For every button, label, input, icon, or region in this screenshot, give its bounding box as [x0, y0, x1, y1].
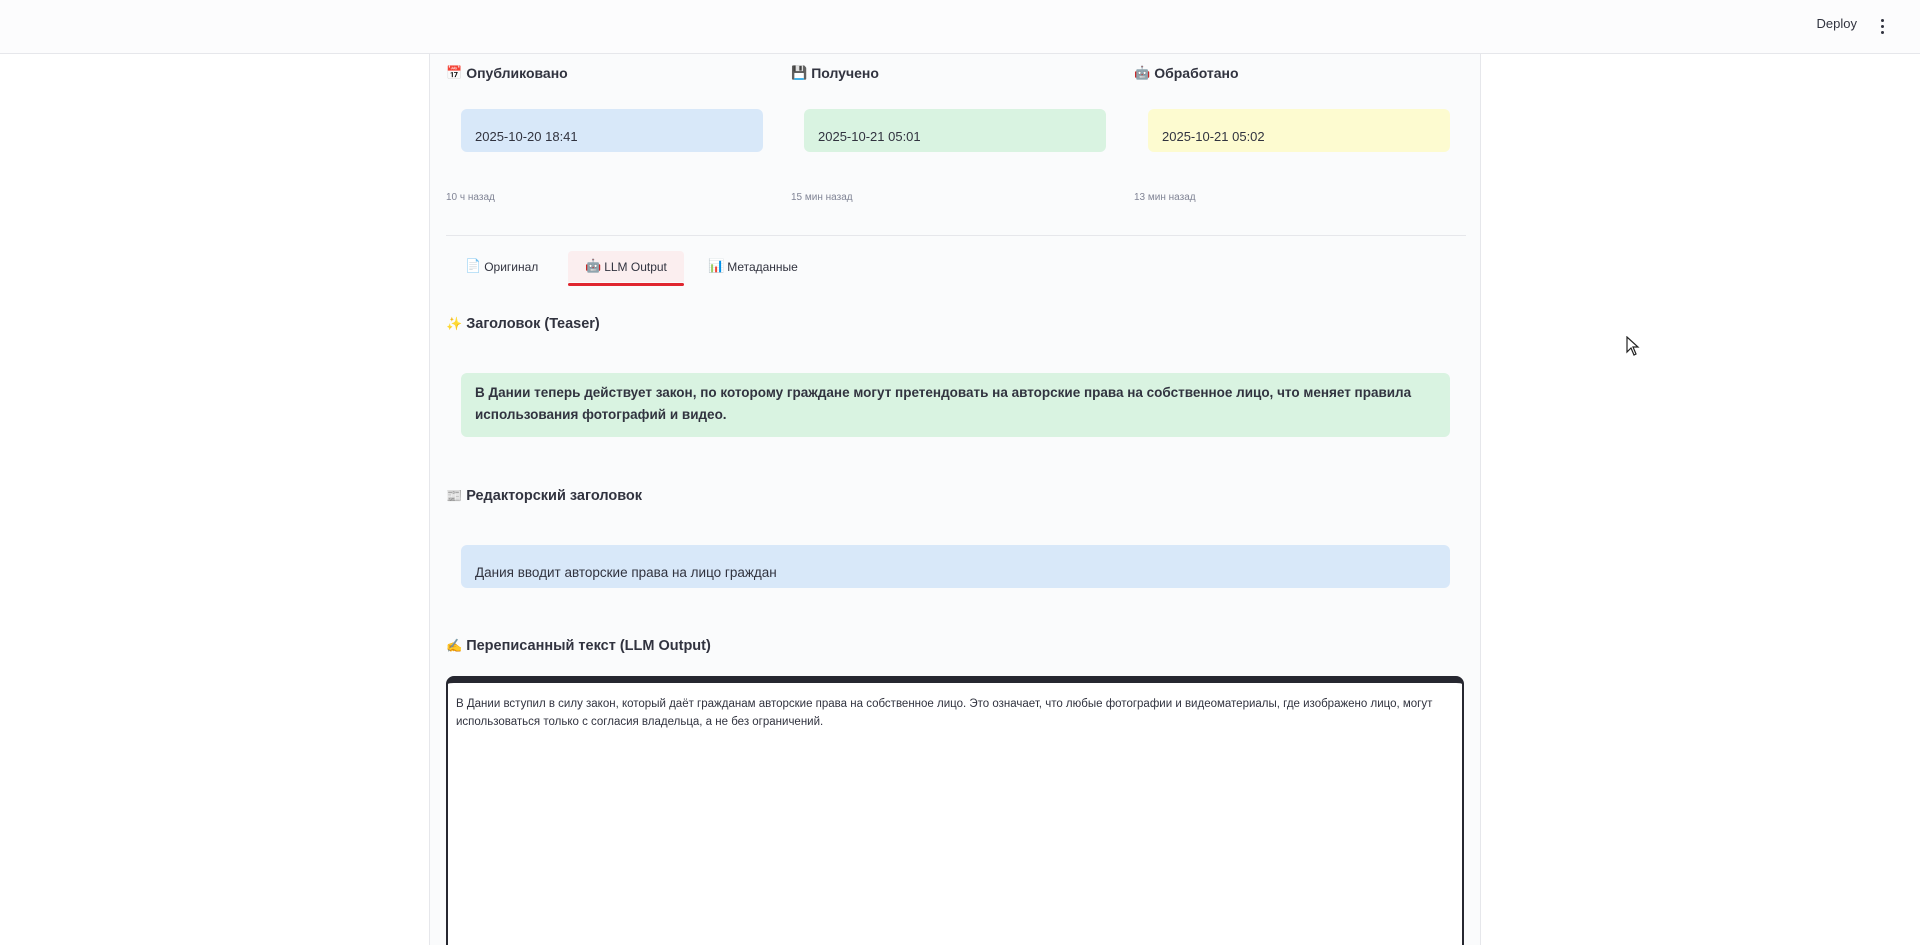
published-date-box: 2025-10-20 18:41 — [461, 109, 763, 152]
deploy-button[interactable]: Deploy — [1817, 16, 1857, 31]
robot-icon: 🤖 — [585, 259, 602, 274]
writing-hand-icon: ✍️ — [446, 638, 463, 654]
published-ago: 10 ч назад — [446, 192, 495, 203]
received-label: Получено — [811, 65, 879, 81]
tab-metadata[interactable]: 📊 Метаданные — [708, 251, 798, 282]
rewritten-heading: ✍️ Переписанный текст (LLM Output) — [446, 638, 711, 654]
main-content: 📅 Опубликовано 2025-10-20 18:41 10 ч наз… — [429, 54, 1481, 945]
tab-original-label: Оригинал — [484, 259, 539, 274]
processed-value: 2025-10-21 05:02 — [1162, 129, 1265, 144]
tab-llm-output[interactable]: 🤖 LLM Output — [568, 251, 684, 286]
calendar-icon: 📅 — [446, 65, 463, 81]
app-header: Deploy — [0, 0, 1920, 54]
teaser-text: В Дании теперь действует закон, по котор… — [475, 385, 1412, 422]
received-heading: 💾 Получено — [791, 65, 879, 81]
rewritten-textarea-container: В Дании вступил в силу закон, который да… — [446, 676, 1464, 945]
tab-metadata-label: Метаданные — [727, 259, 798, 274]
bar-chart-icon: 📊 — [708, 259, 725, 274]
published-heading: 📅 Опубликовано — [446, 65, 568, 81]
mouse-cursor-icon — [1626, 336, 1640, 356]
editorial-heading: 📰 Редакторский заголовок — [446, 488, 642, 504]
editorial-title: Редакторский заголовок — [466, 488, 643, 504]
editorial-box: Дания вводит авторские права на лицо гра… — [461, 545, 1450, 588]
newspaper-icon: 📰 — [446, 488, 463, 504]
editorial-text: Дания вводит авторские права на лицо гра… — [475, 565, 777, 580]
floppy-disk-icon: 💾 — [791, 65, 808, 81]
section-divider — [446, 235, 1466, 236]
received-value: 2025-10-21 05:01 — [818, 129, 921, 144]
robot-icon: 🤖 — [1134, 65, 1151, 81]
sparkles-icon: ✨ — [446, 316, 463, 332]
tab-llm-output-label: LLM Output — [604, 259, 667, 274]
teaser-box: В Дании теперь действует закон, по котор… — [461, 373, 1450, 437]
processed-ago: 13 мин назад — [1134, 192, 1196, 203]
received-ago: 15 мин назад — [791, 192, 853, 203]
rewritten-text-area[interactable]: В Дании вступил в силу закон, который да… — [448, 683, 1462, 945]
teaser-title: Заголовок (Teaser) — [466, 316, 600, 332]
published-label: Опубликовано — [466, 65, 568, 81]
published-value: 2025-10-20 18:41 — [475, 129, 578, 144]
processed-date-box: 2025-10-21 05:02 — [1148, 109, 1450, 152]
document-icon: 📄 — [465, 259, 482, 274]
more-vert-icon[interactable] — [1876, 16, 1888, 36]
processed-heading: 🤖 Обработано — [1134, 65, 1239, 81]
processed-label: Обработано — [1154, 65, 1239, 81]
teaser-heading: ✨ Заголовок (Teaser) — [446, 316, 600, 332]
received-date-box: 2025-10-21 05:01 — [804, 109, 1106, 152]
tab-original[interactable]: 📄 Оригинал — [465, 251, 538, 282]
rewritten-title: Переписанный текст (LLM Output) — [466, 638, 711, 654]
